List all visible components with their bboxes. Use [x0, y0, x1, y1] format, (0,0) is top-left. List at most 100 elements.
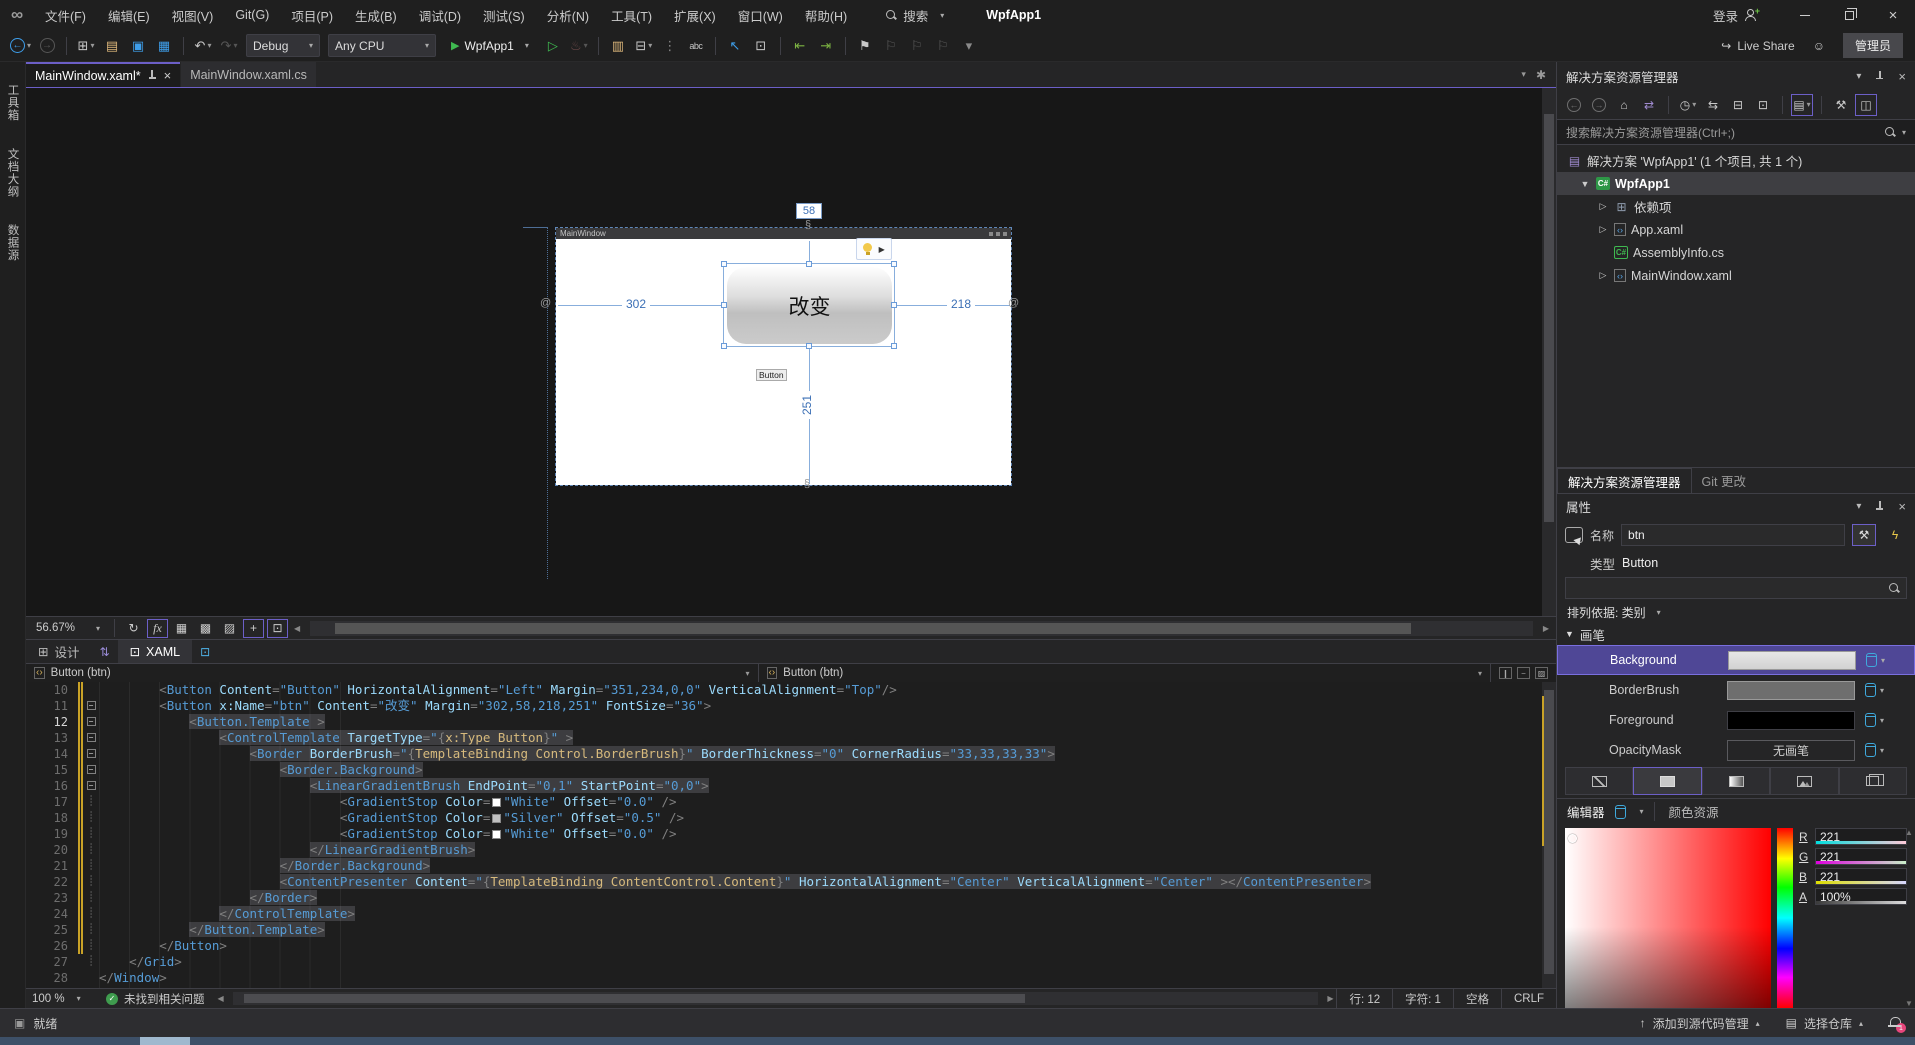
line-ending-indicator[interactable]: CRLF	[1500, 989, 1556, 1008]
chevron-down-icon[interactable]: ▾	[27, 41, 31, 50]
menu-item[interactable]: 项目(P)	[280, 0, 344, 30]
collapse-box-icon[interactable]: −	[86, 701, 96, 710]
document-list-chevron-icon[interactable]: ▾	[1521, 69, 1526, 80]
hue-slider[interactable]	[1777, 828, 1793, 1008]
show-snap-grid-icon[interactable]: ▨	[219, 619, 240, 638]
start-debugging-button[interactable]: ▶ WpfApp1 ▾	[444, 34, 536, 57]
brush-swatch[interactable]	[1728, 650, 1856, 670]
breadcrumb-left[interactable]: ‹› Button (btn) ▾	[26, 664, 759, 682]
live-share-button[interactable]: ↪ Live Share	[1721, 39, 1794, 53]
show-grid-icon[interactable]: ▦	[171, 619, 192, 638]
copy-path-icon[interactable]: ⊡	[1752, 94, 1774, 116]
brush-swatch[interactable]	[1727, 710, 1855, 730]
collapse-box-icon[interactable]: −	[86, 733, 96, 742]
menu-item[interactable]: 工具(T)	[600, 0, 663, 30]
expander-right-icon[interactable]: ▷	[1597, 224, 1609, 235]
column-guides-icon[interactable]: ⋮	[658, 34, 682, 58]
code-line[interactable]: 25 ┊ </Button.Template>	[26, 922, 1556, 938]
tree-item[interactable]: C# AssemblyInfo.cs	[1557, 241, 1915, 264]
scroll-up-icon[interactable]: ▲	[1905, 828, 1913, 837]
property-row-background[interactable]: Background ▾	[1557, 645, 1915, 675]
element-selector-icon[interactable]	[1565, 527, 1583, 543]
anchor-bottom-icon[interactable]: §	[804, 478, 810, 490]
margin-top-editbox[interactable]: 58	[796, 203, 822, 219]
fold-indicator[interactable]: −	[83, 698, 99, 714]
chevron-down-icon[interactable]: ▾	[1880, 716, 1884, 725]
previous-bookmark-icon[interactable]: ⚐	[879, 34, 903, 58]
collapse-all-icon[interactable]: ⊟	[1727, 94, 1749, 116]
code-line[interactable]: 11 − <Button x:Name="btn" Content="改变" Mar…	[26, 698, 1556, 714]
platform-combo[interactable]: Any CPU ▾	[328, 34, 437, 57]
tree-item[interactable]: ▷ ⊞ 依赖项	[1557, 195, 1915, 218]
nav-back-icon[interactable]: ← ▾	[8, 34, 33, 58]
pin-icon[interactable]	[1875, 501, 1884, 512]
collapse-box-icon[interactable]: −	[86, 749, 96, 758]
close-icon[interactable]: ×	[164, 68, 172, 83]
restore-button[interactable]	[1827, 0, 1871, 30]
resize-handle[interactable]	[721, 302, 727, 308]
solution-root-node[interactable]: ▤ 解决方案 'WpfApp1' (1 个项目, 共 1 个)	[1557, 149, 1915, 172]
code-line[interactable]: 21 ┊ </Border.Background>	[26, 858, 1556, 874]
code-line[interactable]: 22 ┊ <ContentPresenter Content="{TemplateB…	[26, 874, 1556, 890]
no-brush-box[interactable]: 无画笔	[1727, 739, 1855, 761]
chevron-down-icon[interactable]: ▾	[584, 41, 588, 50]
anchor-right-icon[interactable]: @	[1008, 297, 1019, 309]
tool-strip-tab[interactable]: 数据源	[5, 224, 21, 262]
code-line[interactable]: 26 ┊ </Button>	[26, 938, 1556, 954]
code-line[interactable]: 13 − <ControlTemplate TargetType="{x:Type …	[26, 730, 1556, 746]
toolbar-overflow-icon[interactable]: ▾	[957, 34, 981, 58]
add-new-item-icon[interactable]: ▥	[606, 34, 630, 58]
tab-git-changes[interactable]: Git 更改	[1692, 468, 1756, 493]
split-vertical-icon[interactable]: ❙	[1499, 667, 1512, 679]
start-without-debugging-icon[interactable]: ▷	[541, 34, 565, 58]
code-line[interactable]: 10 <Button Content="Button" HorizontalAli…	[26, 682, 1556, 698]
se-home-icon[interactable]: ⌂	[1613, 94, 1635, 116]
scroll-left-icon[interactable]: ◀	[291, 624, 303, 633]
fold-indicator[interactable]: −	[83, 730, 99, 746]
scroll-right-icon[interactable]: ▶	[1324, 994, 1336, 1003]
channel-value-input[interactable]: 221	[1815, 848, 1907, 865]
editor-vertical-scrollbar[interactable]	[1542, 682, 1556, 988]
effects-fx-icon[interactable]: fx	[147, 618, 168, 638]
category-brushes[interactable]: ▼ 画笔	[1557, 623, 1915, 645]
designer-vertical-scrollbar[interactable]	[1542, 88, 1556, 616]
navigate-cursor-icon[interactable]: ↖	[723, 34, 747, 58]
menu-item[interactable]: 生成(B)	[344, 0, 408, 30]
scroll-down-icon[interactable]: ▼	[1905, 999, 1913, 1008]
collapse-box-icon[interactable]: −	[86, 781, 96, 790]
pin-icon[interactable]	[148, 70, 157, 81]
code-line[interactable]: 24 ┊ </ControlTemplate>	[26, 906, 1556, 922]
name-input[interactable]: btn	[1621, 524, 1845, 546]
anchor-left-icon[interactable]: @	[540, 297, 551, 309]
expander-down-icon[interactable]: ▼	[1579, 179, 1591, 189]
expand-pane-icon[interactable]: ▨	[1535, 667, 1548, 679]
scroll-right-icon[interactable]: ▶	[1540, 624, 1552, 633]
channel-value-input[interactable]: 221	[1815, 828, 1907, 845]
sync-with-active-document-icon[interactable]: ⇄	[1638, 94, 1660, 116]
popout-pane-icon[interactable]: ⊡	[192, 640, 218, 663]
tab-design[interactable]: ⊞ 设计	[26, 640, 92, 663]
quick-actions-lightbulb[interactable]: ▶	[856, 238, 892, 260]
chevron-down-icon[interactable]: ▾	[745, 669, 749, 678]
document-health-indicator[interactable]: ✓ 未找到相关问题	[96, 991, 215, 1007]
fold-indicator[interactable]: −	[83, 762, 99, 778]
expander-right-icon[interactable]: ▷	[1597, 270, 1609, 281]
channel-value-input[interactable]: 221	[1815, 868, 1907, 885]
pending-changes-filter-icon[interactable]: ◷ ▾	[1677, 94, 1699, 116]
code-line[interactable]: 27 ┊ </Grid>	[26, 954, 1556, 970]
tree-item[interactable]: ▷ ‹› MainWindow.xaml	[1557, 264, 1915, 287]
color-picker-handle[interactable]	[1568, 834, 1577, 843]
save-all-icon[interactable]: ▦	[152, 34, 176, 58]
redo-icon[interactable]: ↷ ▾	[217, 34, 241, 58]
chevron-down-icon[interactable]: ▾	[90, 41, 94, 50]
xaml-code-editor[interactable]: 10 <Button Content="Button" HorizontalAli…	[26, 682, 1556, 988]
snaplines-icon[interactable]: +	[243, 618, 264, 638]
spell-check-icon[interactable]: abc	[684, 34, 708, 58]
code-line[interactable]: 18 ┊ <GradientStop Color= "Silver" Offset="…	[26, 810, 1556, 826]
editor-horizontal-scrollbar[interactable]	[232, 992, 1319, 1005]
taskbar-app-button[interactable]	[140, 1037, 190, 1045]
solid-color-brush-tab[interactable]	[1633, 767, 1702, 795]
tab-xaml[interactable]: ⊡ XAML	[117, 640, 193, 663]
brush-resource-icon[interactable]	[1866, 653, 1877, 667]
tab-color-resources[interactable]: 颜色资源	[1653, 802, 1733, 821]
